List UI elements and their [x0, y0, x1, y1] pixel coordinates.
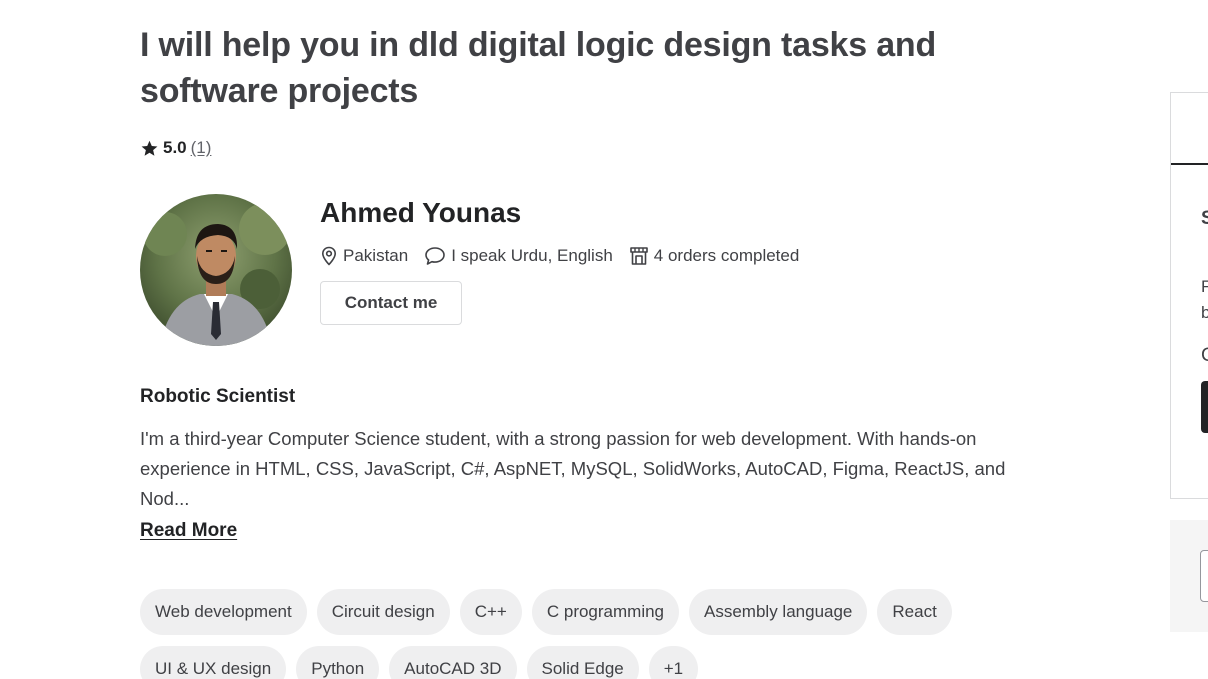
skill-tag[interactable]: Circuit design — [316, 589, 450, 635]
location-text: Pakistan — [343, 246, 409, 265]
skill-tag[interactable]: Solid Edge — [526, 646, 639, 679]
package-text-fragment: F — [1201, 277, 1208, 296]
contact-panel — [1170, 520, 1208, 632]
skill-tag[interactable]: Assembly language — [689, 589, 868, 635]
skill-tag-more[interactable]: +1 — [648, 646, 699, 679]
rating-count-link[interactable]: (1) — [191, 138, 212, 158]
seller-name[interactable]: Ahmed Younas — [320, 194, 521, 232]
skill-tag[interactable]: Python — [296, 646, 380, 679]
package-card: S F b C — [1170, 92, 1208, 499]
skill-tag[interactable]: C programming — [531, 589, 680, 635]
seller-description: I'm a third-year Computer Science studen… — [140, 428, 1006, 509]
seller-meta: Pakistan I speak Urdu, English 4 orders … — [320, 243, 799, 269]
seller-languages: I speak Urdu, English — [424, 246, 613, 266]
package-tab-indicator — [1171, 163, 1208, 165]
package-text-fragment: C — [1201, 345, 1208, 366]
skill-tag[interactable]: AutoCAD 3D — [389, 646, 517, 679]
contact-panel-button[interactable] — [1200, 550, 1208, 602]
seller-profile-title: Robotic Scientist — [140, 386, 296, 407]
skill-tag[interactable]: UI & UX design — [140, 646, 287, 679]
rating-summary: 5.0 (1) — [140, 136, 211, 160]
seller-orders: 4 orders completed — [629, 246, 800, 266]
skill-tag[interactable]: C++ — [459, 589, 522, 635]
chat-bubble-icon — [424, 246, 446, 266]
star-icon — [140, 139, 159, 158]
rating-score: 5.0 — [163, 138, 187, 157]
gig-title: I will help you in dld digital logic des… — [140, 26, 937, 110]
store-icon — [629, 246, 649, 266]
package-text-fragment: b — [1201, 303, 1208, 322]
languages-text: I speak Urdu, English — [451, 246, 613, 265]
package-heading-fragment: S — [1201, 208, 1208, 229]
skill-tags: Web development Circuit design C++ C pro… — [140, 589, 1030, 679]
orders-text: 4 orders completed — [653, 246, 800, 265]
read-more-link[interactable]: Read More — [140, 520, 237, 542]
seller-location: Pakistan — [320, 246, 408, 266]
skill-tag[interactable]: Web development — [140, 589, 307, 635]
seller-avatar[interactable] — [140, 194, 292, 346]
contact-me-button[interactable]: Contact me — [320, 281, 462, 325]
location-pin-icon — [320, 246, 338, 266]
skill-tag[interactable]: React — [877, 589, 952, 635]
package-continue-button[interactable] — [1201, 381, 1208, 433]
